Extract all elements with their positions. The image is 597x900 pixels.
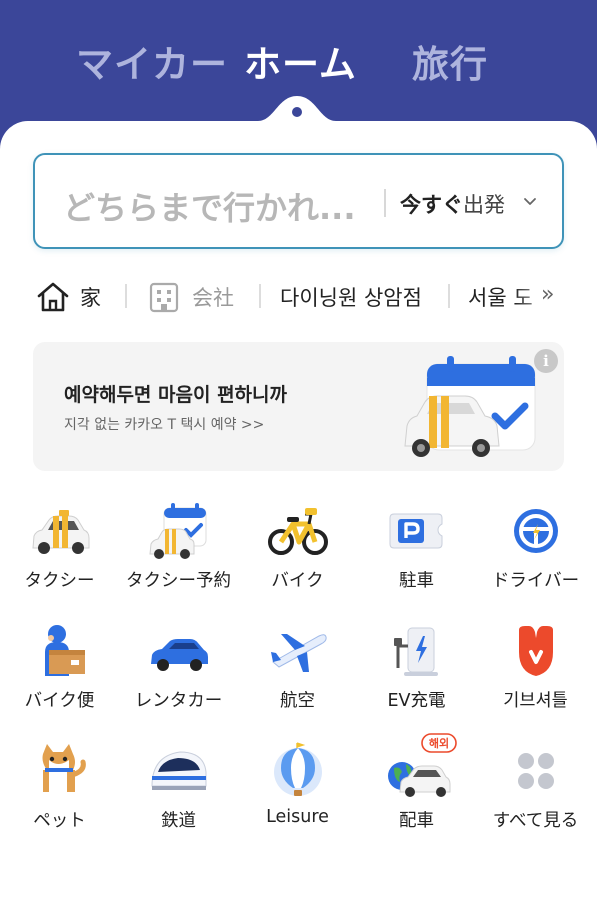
service-label: 配車 [399,811,434,831]
search-placeholder[interactable]: どちらまで行かれ... [63,183,355,229]
taxi-reservation-icon [149,503,207,559]
tab-travel[interactable]: 旅行 [412,34,488,88]
banner-title: 예약해두면 마음이 편하니까 [64,384,287,406]
service-flight[interactable]: 航空 [238,616,357,734]
service-label: バイク [271,571,324,591]
depart-label: 出発 [463,193,505,217]
favorite-places: 家 会社 다이닝원 상암점 서울 도 [0,276,597,318]
tab-mycar[interactable]: マイカー [76,34,228,88]
notch-indicator [292,107,302,117]
service-rental-car[interactable]: レンタカー [119,616,238,734]
depart-time-selector[interactable]: 今すぐ出発 [400,189,505,219]
service-label: ペット [33,811,86,831]
service-driver[interactable]: ドライバー [476,496,595,614]
more-shortcuts-icon[interactable]: » [541,282,554,307]
service-grid: タクシー タクシー予約 バイク 駐車 ドライバー バイク便 レンタカー 航空 E… [0,496,597,856]
destination-search[interactable]: どちらまで行かれ... 今すぐ出発 [33,153,564,249]
service-overseas-dispatch[interactable]: 해외 配車 [357,733,476,854]
tab-home[interactable]: ホーム [244,34,357,88]
service-courier[interactable]: バイク便 [0,616,119,734]
calendar-taxi-illustration [404,356,536,457]
service-label: すべて見る [492,811,579,831]
service-pet[interactable]: ペット [0,736,119,854]
shortcut-company-label: 会社 [192,286,234,310]
train-icon [151,751,207,790]
shortcut-divider [259,284,261,308]
service-label: タクシー予約 [126,571,231,591]
parking-icon [389,513,443,549]
service-label: 기브셔틀 [503,691,568,711]
service-ev-charge[interactable]: EV充電 [357,616,476,734]
service-label: 航空 [280,691,315,711]
service-label: 駐車 [399,571,434,591]
steering-wheel-icon [514,509,558,553]
house-icon [37,282,69,312]
bicycle-icon [268,508,328,555]
service-label: タクシー [24,571,95,591]
shortcut-dining[interactable]: 다이닝원 상암점 [280,276,422,318]
service-view-all[interactable]: すべて見る [476,736,595,854]
airplane-icon [271,634,327,672]
overseas-badge: 해외 [429,736,449,750]
shortcut-divider [125,284,127,308]
building-icon [149,282,179,313]
service-leisure[interactable]: Leisure [238,736,357,854]
reservation-banner[interactable]: 예약해두면 마음이 편하니까 지각 없는 카카오 T 택시 예약 >> i [33,342,564,471]
rental-car-icon [151,639,208,671]
service-label: バイク便 [24,691,95,711]
service-label: レンタカー [134,691,223,711]
top-tabs: マイカー ホーム 旅行 [0,34,597,90]
service-label: ドライバー [491,571,580,591]
chevron-down-icon[interactable] [522,193,538,209]
shortcut-home[interactable]: 家 [36,276,101,318]
service-parking[interactable]: 駐車 [357,496,476,614]
banner-subtitle[interactable]: 지각 없는 카카오 T 택시 예약 >> [64,414,264,434]
shortcut-fade [514,276,597,318]
shortcut-divider [448,284,450,308]
taxi-icon [32,510,90,554]
give-shuttle-icon [519,626,553,676]
view-all-icon [518,753,554,789]
service-train[interactable]: 鉄道 [119,736,238,854]
service-taxi-reservation[interactable]: タクシー予約 [119,496,238,614]
service-taxi[interactable]: タクシー [0,496,119,614]
overseas-dispatch-icon: 해외 [388,733,457,797]
ev-charger-icon [394,627,438,676]
shortcut-dining-label: 다이닝원 상암점 [280,286,422,310]
shortcut-home-label: 家 [80,286,101,310]
service-label: Leisure [266,807,329,827]
search-divider [384,189,386,217]
service-label: EV充電 [387,691,446,711]
depart-now: 今すぐ [400,193,463,217]
balloon-icon [274,742,322,796]
shortcut-company[interactable]: 会社 [148,276,234,318]
service-label: 鉄道 [161,811,196,831]
pet-dog-icon [42,744,86,792]
service-give-shuttle[interactable]: 기브셔틀 [476,616,595,734]
service-bike[interactable]: バイク [238,496,357,614]
courier-icon [45,625,85,676]
